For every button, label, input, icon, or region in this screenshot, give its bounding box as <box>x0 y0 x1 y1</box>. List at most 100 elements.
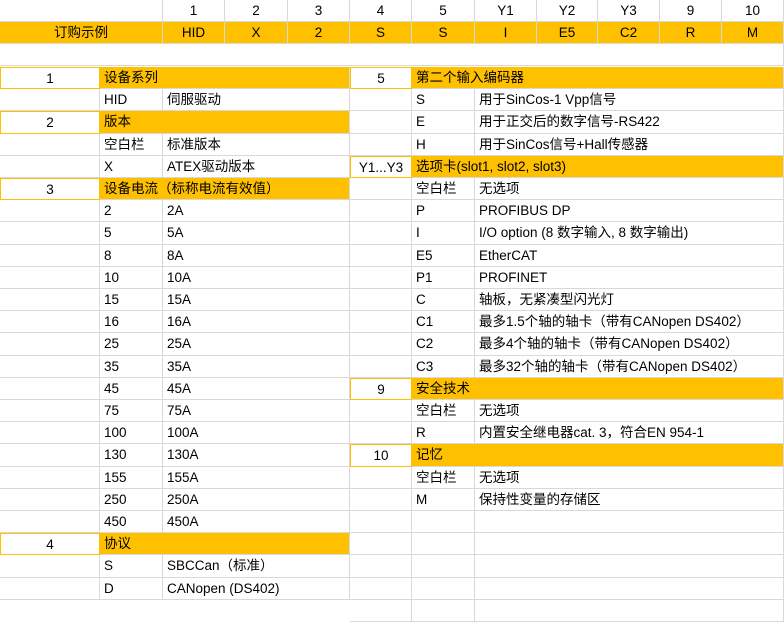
device-current-description: 16A <box>163 311 350 334</box>
device-current-description: 100A <box>163 422 350 445</box>
option-cards-empty-cell <box>350 311 412 334</box>
device-current-empty-cell <box>0 488 100 511</box>
memory-number: 10 <box>350 444 412 467</box>
filler-cell <box>412 533 475 556</box>
device-current-code: 75 <box>100 400 163 423</box>
option-cards-empty-cell <box>350 244 412 267</box>
option-cards-code: C1 <box>412 311 475 334</box>
header-code-cell: 10 <box>722 0 784 22</box>
filler-cell <box>475 599 784 622</box>
memory-description: 无选项 <box>475 466 784 489</box>
version-code: X <box>100 155 163 178</box>
header-code-cell: Y1 <box>475 0 537 22</box>
option-cards-description: 最多32个轴的轴卡（带有CANopen DS402） <box>475 355 784 378</box>
option-cards-description: 最多4个轴的轴卡（带有CANopen DS402） <box>475 333 784 356</box>
device-current-empty-cell <box>0 466 100 489</box>
device-current-code: 16 <box>100 311 163 334</box>
safety-description: 内置安全继电器cat. 3，符合EN 954-1 <box>475 422 784 445</box>
memory-code: M <box>412 488 475 511</box>
memory-description: 保持性变量的存储区 <box>475 488 784 511</box>
header-example-cell: M <box>722 22 784 44</box>
second-encoder-empty-cell <box>350 133 412 156</box>
safety-description: 无选项 <box>475 400 784 423</box>
device-current-empty-cell <box>0 244 100 267</box>
header-title-cell: 订购示例 <box>0 22 163 44</box>
option-cards-empty-cell <box>350 289 412 312</box>
device-series-code: HID <box>100 89 163 112</box>
device-current-description: 155A <box>163 466 350 489</box>
option-cards-description: 无选项 <box>475 178 784 201</box>
version-title: 版本 <box>100 111 350 134</box>
spacer-row <box>0 44 784 66</box>
header-code-cell: Y2 <box>537 0 598 22</box>
device-current-empty-cell <box>0 289 100 312</box>
device-current-description: 15A <box>163 289 350 312</box>
device-current-empty-cell <box>0 400 100 423</box>
filler-cell <box>412 555 475 578</box>
option-cards-description: 轴板，无紧凑型闪光灯 <box>475 289 784 312</box>
version-empty-cell <box>0 133 100 156</box>
option-cards-code: C <box>412 289 475 312</box>
device-current-number: 3 <box>0 178 100 201</box>
header-example-cell: I <box>475 22 537 44</box>
option-cards-empty-cell <box>350 266 412 289</box>
filler-cell <box>412 577 475 600</box>
order-example-sheet: 1 2 3 4 5 Y1 Y2 Y3 9 10 订购示例 HID X 2 S S I E5 C2 R M 1 设备系列 HID… <box>0 0 784 622</box>
protocol-empty-cell <box>0 555 100 578</box>
device-current-code: 25 <box>100 333 163 356</box>
header-example-cell: 2 <box>288 22 350 44</box>
header-code-cell: 4 <box>350 0 412 22</box>
option-cards-description: EtherCAT <box>475 244 784 267</box>
header-example-cell: E5 <box>537 22 598 44</box>
device-current-code: 450 <box>100 511 163 534</box>
second-encoder-code: E <box>412 111 475 134</box>
device-current-empty-cell <box>0 422 100 445</box>
device-current-empty-cell <box>0 311 100 334</box>
device-current-title: 设备电流（标称电流有效值） <box>100 178 350 201</box>
header-code-cell: 3 <box>288 0 350 22</box>
device-current-code: 45 <box>100 377 163 400</box>
protocol-code: S <box>100 555 163 578</box>
option-cards-code: C2 <box>412 333 475 356</box>
safety-code: R <box>412 422 475 445</box>
version-empty-cell <box>0 155 100 178</box>
protocol-title: 协议 <box>100 533 350 556</box>
device-current-code: 5 <box>100 222 163 245</box>
option-cards-code: I <box>412 222 475 245</box>
device-series-number: 1 <box>0 67 100 90</box>
safety-title: 安全技术 <box>412 377 784 400</box>
device-current-description: 75A <box>163 400 350 423</box>
protocol-description: SBCCan（标准） <box>163 555 350 578</box>
version-description: ATEX驱动版本 <box>163 155 350 178</box>
filler-cell <box>475 555 784 578</box>
option-cards-empty-cell <box>350 200 412 223</box>
protocol-number: 4 <box>0 533 100 556</box>
header-code-cell: Y3 <box>598 0 660 22</box>
filler-cell <box>350 511 412 534</box>
device-current-empty-cell <box>0 377 100 400</box>
device-current-description: 130A <box>163 444 350 467</box>
header-blank-cell <box>0 0 163 22</box>
option-cards-title: 选项卡(slot1, slot2, slot3) <box>412 155 784 178</box>
version-description: 标准版本 <box>163 133 350 156</box>
safety-code: 空白栏 <box>412 400 475 423</box>
option-cards-empty-cell <box>350 355 412 378</box>
device-current-code: 10 <box>100 266 163 289</box>
option-cards-empty-cell <box>350 178 412 201</box>
second-encoder-empty-cell <box>350 89 412 112</box>
device-current-code: 130 <box>100 444 163 467</box>
option-cards-code: E5 <box>412 244 475 267</box>
device-current-description: 250A <box>163 488 350 511</box>
second-encoder-code: H <box>412 133 475 156</box>
filler-cell <box>475 533 784 556</box>
device-current-code: 15 <box>100 289 163 312</box>
second-encoder-description: 用于正交后的数字信号-RS422 <box>475 111 784 134</box>
version-code: 空白栏 <box>100 133 163 156</box>
protocol-code: D <box>100 577 163 600</box>
filler-cell <box>475 577 784 600</box>
memory-title: 记忆 <box>412 444 784 467</box>
second-encoder-description: 用于SinCos信号+Hall传感器 <box>475 133 784 156</box>
device-series-title: 设备系列 <box>100 67 350 90</box>
header-code-cell: 1 <box>163 0 225 22</box>
device-current-empty-cell <box>0 333 100 356</box>
